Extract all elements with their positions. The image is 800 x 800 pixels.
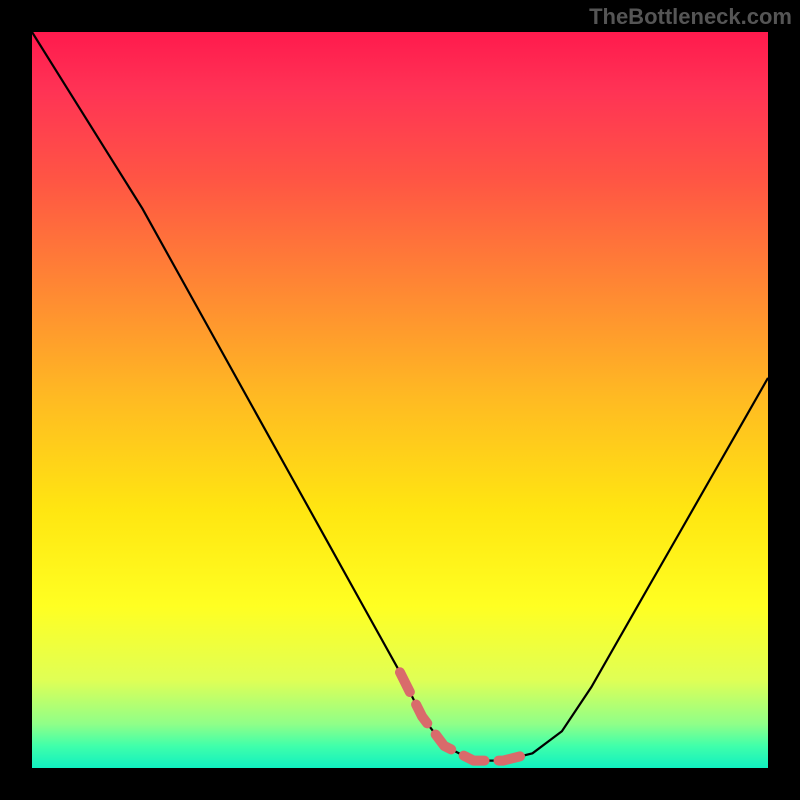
watermark-text: TheBottleneck.com [589, 4, 792, 30]
chart-plot-area [32, 32, 768, 768]
chart-svg [32, 32, 768, 768]
valley-marker-path [400, 672, 533, 760]
bottleneck-curve-path [32, 32, 768, 761]
